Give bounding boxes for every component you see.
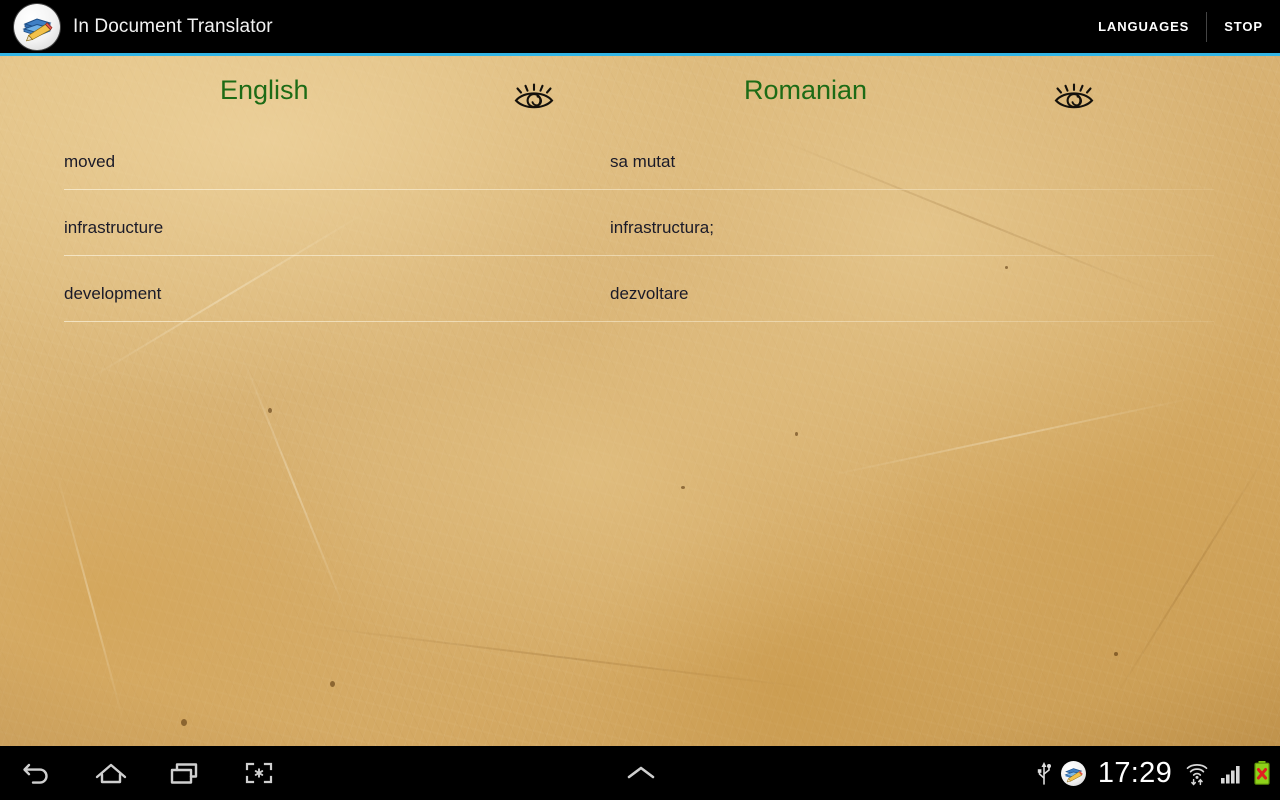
paper-crease [55,471,125,723]
translation-panel: English Romanian moved sa mutat infrastr… [0,56,1280,746]
source-word[interactable]: infrastructure [64,218,163,238]
table-row[interactable]: development dezvoltare [0,256,1280,322]
action-bar: In Document Translator LANGUAGES STOP [0,0,1280,53]
paper-crease [823,396,1197,478]
paper-crease [301,624,819,690]
navigation-buttons [0,746,296,800]
recent-apps-icon[interactable] [148,746,222,800]
source-eye-icon[interactable] [509,80,567,114]
paper-speck [181,719,187,726]
system-navigation-bar: 17:29 [0,746,1280,800]
paper-crease [1109,449,1271,705]
usb-icon [1036,760,1052,786]
home-icon[interactable] [74,746,148,800]
target-language-block: Romanian [610,56,1280,124]
paper-speck [1114,652,1118,656]
paper-crease [239,352,351,622]
page-title: In Document Translator [73,15,273,37]
paper-speck [330,681,335,687]
table-row[interactable]: infrastructure infrastructura; [0,190,1280,256]
languages-button[interactable]: LANGUAGES [1081,0,1206,53]
translation-rows: moved sa mutat infrastructure infrastruc… [0,124,1280,322]
target-word[interactable]: infrastructura; [610,218,714,238]
app-root: In Document Translator LANGUAGES STOP En… [0,0,1280,800]
paper-speck [795,432,798,436]
book-pencil-icon[interactable] [14,3,60,50]
language-header: English Romanian [0,56,1280,124]
paper-speck [681,486,685,489]
source-word[interactable]: moved [64,152,115,172]
table-row[interactable]: moved sa mutat [0,124,1280,190]
target-eye-icon[interactable] [1049,80,1107,114]
chevron-up-icon[interactable] [606,746,676,800]
source-word[interactable]: development [64,284,161,304]
source-language-label[interactable]: English [220,75,309,106]
status-clock: 17:29 [1097,756,1172,789]
status-area[interactable]: 17:29 [1036,746,1272,800]
signal-bars-icon [1219,761,1243,785]
action-bar-accent-line [0,53,1280,56]
wifi-icon [1184,760,1210,786]
back-icon[interactable] [0,746,74,800]
paper-speck [268,408,272,413]
target-word[interactable]: sa mutat [610,152,675,172]
battery-error-icon [1252,759,1272,787]
target-language-label[interactable]: Romanian [744,75,867,106]
row-separator [64,321,1214,322]
stop-button[interactable]: STOP [1207,0,1280,53]
screenshot-icon[interactable] [222,746,296,800]
source-language-block: English [0,56,610,124]
target-word[interactable]: dezvoltare [610,284,688,304]
book-pencil-icon [1060,760,1086,786]
